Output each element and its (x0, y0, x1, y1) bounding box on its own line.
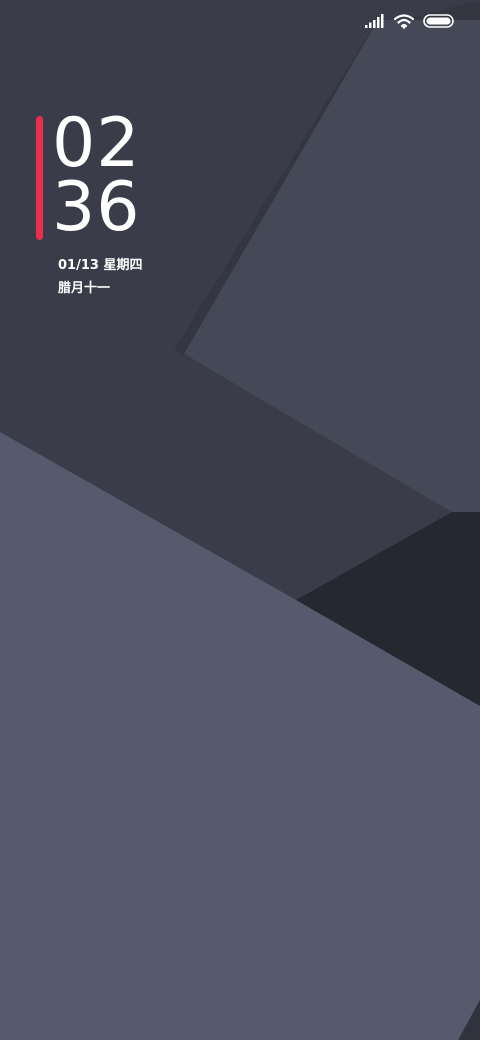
battery-icon (423, 14, 454, 28)
cellular-signal-icon (365, 14, 384, 28)
wifi-icon (394, 13, 414, 29)
clock-minutes: 36 (52, 168, 141, 247)
date-weekday: 01/13 星期四 (58, 258, 143, 273)
lock-screen: 02 36 01/13 星期四 腊月十一 (0, 0, 480, 1040)
lunar-date: 腊月十一 (58, 281, 111, 296)
clock-accent-bar (36, 116, 43, 240)
clock-hours: 02 (52, 104, 141, 183)
status-bar (365, 10, 454, 32)
clock-time: 02 36 (52, 104, 141, 247)
date-block: 01/13 星期四 腊月十一 (58, 254, 142, 300)
